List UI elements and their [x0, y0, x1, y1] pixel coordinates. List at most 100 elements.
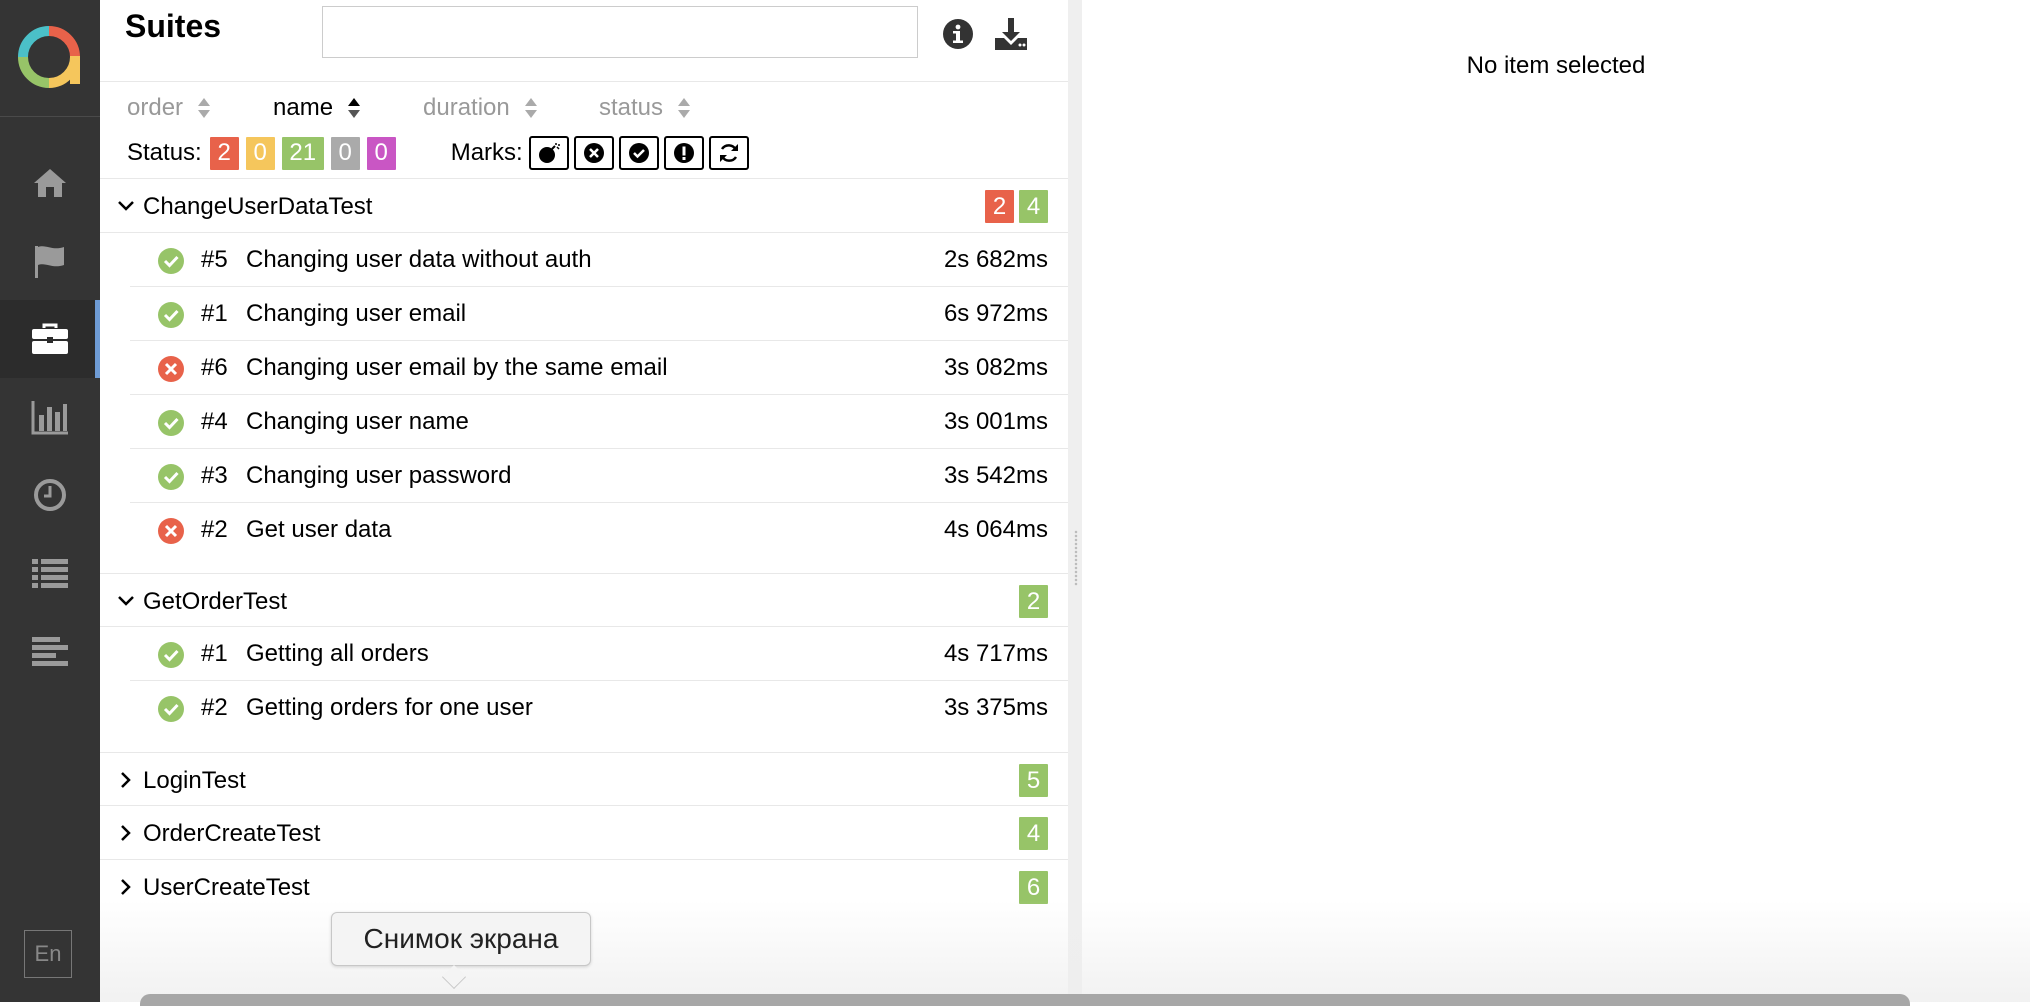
splitter-grip-icon[interactable] [1074, 530, 1078, 586]
mark-retries-button[interactable] [708, 136, 749, 170]
test-number: #4 [201, 408, 228, 435]
sidebar-item-overview[interactable] [0, 144, 100, 222]
suite-group[interactable]: ChangeUserDataTest 2 4 [100, 179, 1068, 233]
test-duration: 4s 717ms [943, 640, 1048, 667]
sort-order-button[interactable]: order [127, 91, 273, 125]
suite-group-name: UserCreateTest [143, 874, 310, 901]
group-passed-count: 6 [1019, 871, 1048, 904]
test-row[interactable]: #1 Getting all orders 4s 717ms [130, 627, 1068, 681]
test-number: #5 [201, 246, 228, 273]
test-row[interactable]: #1 Changing user email 6s 972ms [130, 287, 1068, 341]
passed-status-icon [158, 696, 184, 722]
test-number: #2 [201, 694, 228, 721]
suites-pane: Suites order name duration status Status… [100, 0, 1068, 1002]
test-number: #3 [201, 462, 228, 489]
pane-splitter[interactable] [1068, 0, 1082, 1002]
test-name: Getting all orders [246, 640, 429, 667]
empty-details-text: No item selected [1466, 52, 1646, 79]
suite-group-name: GetOrderTest [143, 588, 288, 615]
suite-group-name: LoginTest [143, 767, 246, 794]
group-passed-count: 4 [1019, 190, 1048, 223]
test-row[interactable]: #2 Getting orders for one user 3s 375ms [130, 681, 1068, 735]
test-duration: 4s 064ms [943, 516, 1048, 543]
briefcase-icon [32, 323, 68, 354]
sidebar-item-suites[interactable] [0, 300, 100, 378]
sort-status-button[interactable]: status [599, 91, 719, 125]
test-row[interactable]: #5 Changing user data without auth 2s 68… [130, 233, 1068, 287]
sidebar-item-behaviors[interactable] [0, 534, 100, 612]
test-name: Changing user data without auth [246, 246, 592, 273]
test-number: #6 [201, 354, 228, 381]
suite-group[interactable]: UserCreateTest 6 [100, 860, 1068, 914]
exclamation-circle-icon [673, 143, 694, 163]
test-row[interactable]: #3 Changing user password 3s 542ms [130, 449, 1068, 503]
suite-group-name: OrderCreateTest [143, 820, 321, 847]
chevron-right-icon [121, 879, 131, 895]
suite-group[interactable]: LoginTest 5 [100, 752, 1068, 806]
suite-group[interactable]: OrderCreateTest 4 [100, 806, 1068, 860]
failed-status-icon [158, 356, 184, 382]
language-switch-button[interactable]: En [24, 930, 72, 978]
test-duration: 3s 082ms [943, 354, 1048, 381]
chevron-down-icon [118, 201, 134, 211]
sort-duration-button[interactable]: duration [423, 91, 599, 125]
test-number: #1 [201, 640, 228, 667]
dock [140, 994, 1910, 1006]
allure-logo-icon[interactable] [18, 26, 80, 88]
sort-arrows-icon [524, 98, 537, 118]
failed-status-icon [158, 518, 184, 544]
flag-icon [35, 246, 64, 278]
details-pane: No item selected [1082, 0, 2030, 1002]
home-icon [34, 169, 66, 197]
mark-flaky-button[interactable] [528, 136, 569, 170]
sidebar-item-timeline[interactable] [0, 456, 100, 534]
bar-chart-icon [31, 401, 68, 435]
mark-new-broken-button[interactable] [663, 136, 704, 170]
group-passed-count: 5 [1019, 764, 1048, 797]
sidebar-item-graphs[interactable] [0, 378, 100, 456]
group-passed-count: 4 [1019, 817, 1048, 850]
mark-new-failed-button[interactable] [573, 136, 614, 170]
status-filter-passed[interactable]: 21 [281, 136, 324, 170]
sort-name-label: name [273, 94, 334, 121]
status-filter-broken[interactable]: 0 [245, 136, 275, 170]
sort-name-button[interactable]: name [273, 91, 423, 125]
test-name: Changing user email [246, 300, 467, 327]
chevron-right-icon [121, 825, 131, 841]
status-filter-failed[interactable]: 2 [209, 136, 239, 170]
test-row[interactable]: #2 Get user data 4s 064ms [130, 503, 1068, 557]
sort-status-label: status [599, 94, 664, 121]
filter-bar: Status: 2 0 21 0 0 Marks: [127, 136, 754, 170]
test-name: Changing user password [246, 462, 512, 489]
test-duration: 2s 682ms [943, 246, 1048, 273]
status-filter-unknown[interactable]: 0 [366, 136, 396, 170]
test-name: Changing user email by the same email [246, 354, 668, 381]
marks-filter-label: Marks: [450, 139, 523, 166]
test-duration: 3s 001ms [943, 408, 1048, 435]
test-name: Get user data [246, 516, 392, 543]
sort-bar: order name duration status [127, 91, 719, 125]
info-icon[interactable] [942, 18, 974, 50]
check-circle-icon [628, 143, 649, 163]
download-icon[interactable] [993, 16, 1029, 52]
test-row[interactable]: #4 Changing user name 3s 001ms [130, 395, 1068, 449]
search-input[interactable] [322, 6, 918, 58]
test-number: #1 [201, 300, 228, 327]
status-filter-skipped[interactable]: 0 [330, 136, 360, 170]
test-row[interactable]: #6 Changing user email by the same email… [130, 341, 1068, 395]
suite-group[interactable]: GetOrderTest 2 [100, 573, 1068, 627]
passed-status-icon [158, 410, 184, 436]
tooltip: Снимок экрана [331, 912, 591, 966]
mark-new-passed-button[interactable] [618, 136, 659, 170]
passed-status-icon [158, 248, 184, 274]
passed-status-icon [158, 302, 184, 328]
refresh-icon [719, 144, 738, 162]
sidebar-item-categories[interactable] [0, 222, 100, 300]
sidebar-item-packages[interactable] [0, 612, 100, 690]
header-divider [100, 81, 1068, 82]
status-filter-label: Status: [127, 139, 202, 166]
sort-arrows-icon [348, 98, 361, 118]
sidebar: En [0, 0, 100, 1002]
chevron-down-icon [118, 596, 134, 606]
align-left-icon [32, 637, 68, 666]
